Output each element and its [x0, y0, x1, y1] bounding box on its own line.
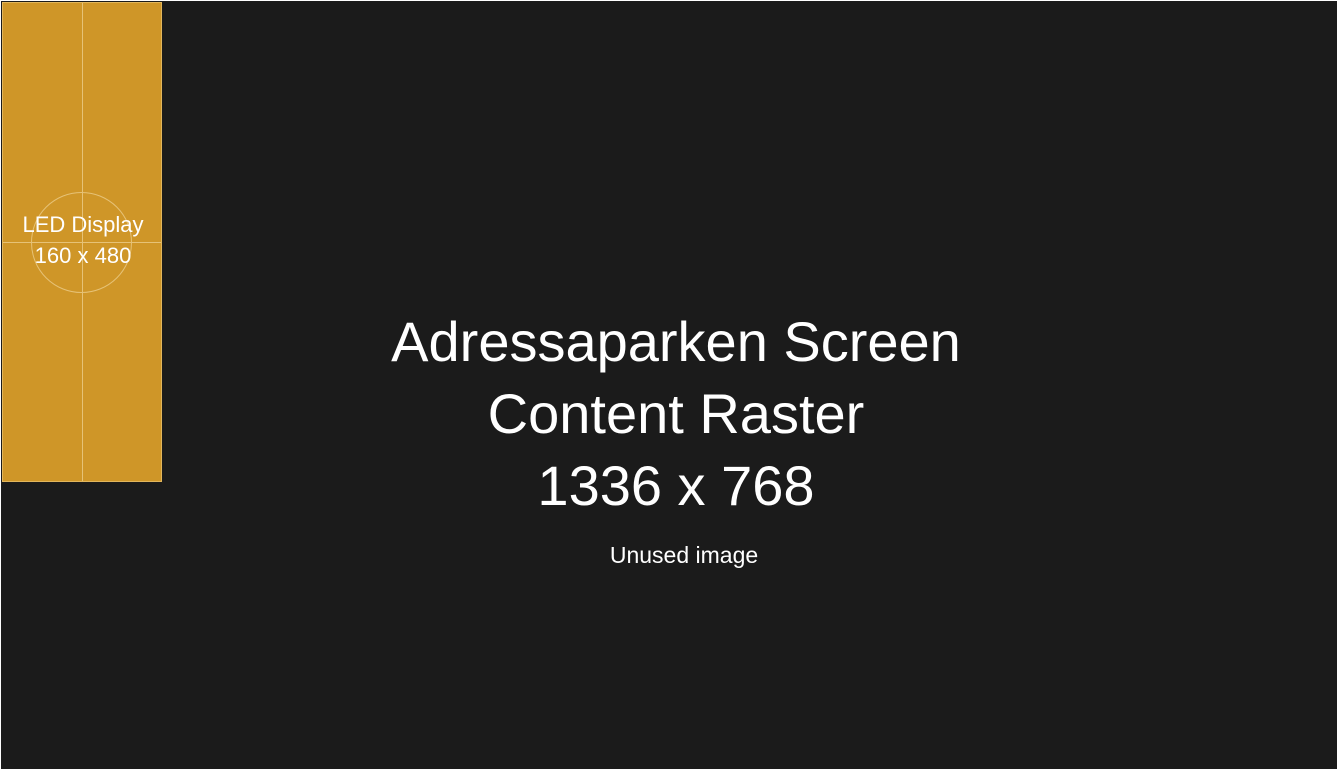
raster-size-label: 1336 x 768	[537, 454, 815, 517]
content-raster: LED Display 160 x 480 Adressaparken Scre…	[1, 1, 1337, 769]
raster-title-block: Adressaparken Screen Content Raster 1336…	[176, 306, 1176, 522]
raster-title-line1: Adressaparken Screen	[391, 310, 961, 373]
led-display-region: LED Display 160 x 480	[2, 2, 162, 482]
led-size-label: 160 x 480	[34, 243, 132, 268]
led-label: LED Display 160 x 480	[3, 209, 163, 271]
raster-note: Unused image	[609, 542, 759, 568]
raster-title-line2: Content Raster	[487, 382, 865, 445]
led-title: LED Display	[22, 212, 144, 237]
